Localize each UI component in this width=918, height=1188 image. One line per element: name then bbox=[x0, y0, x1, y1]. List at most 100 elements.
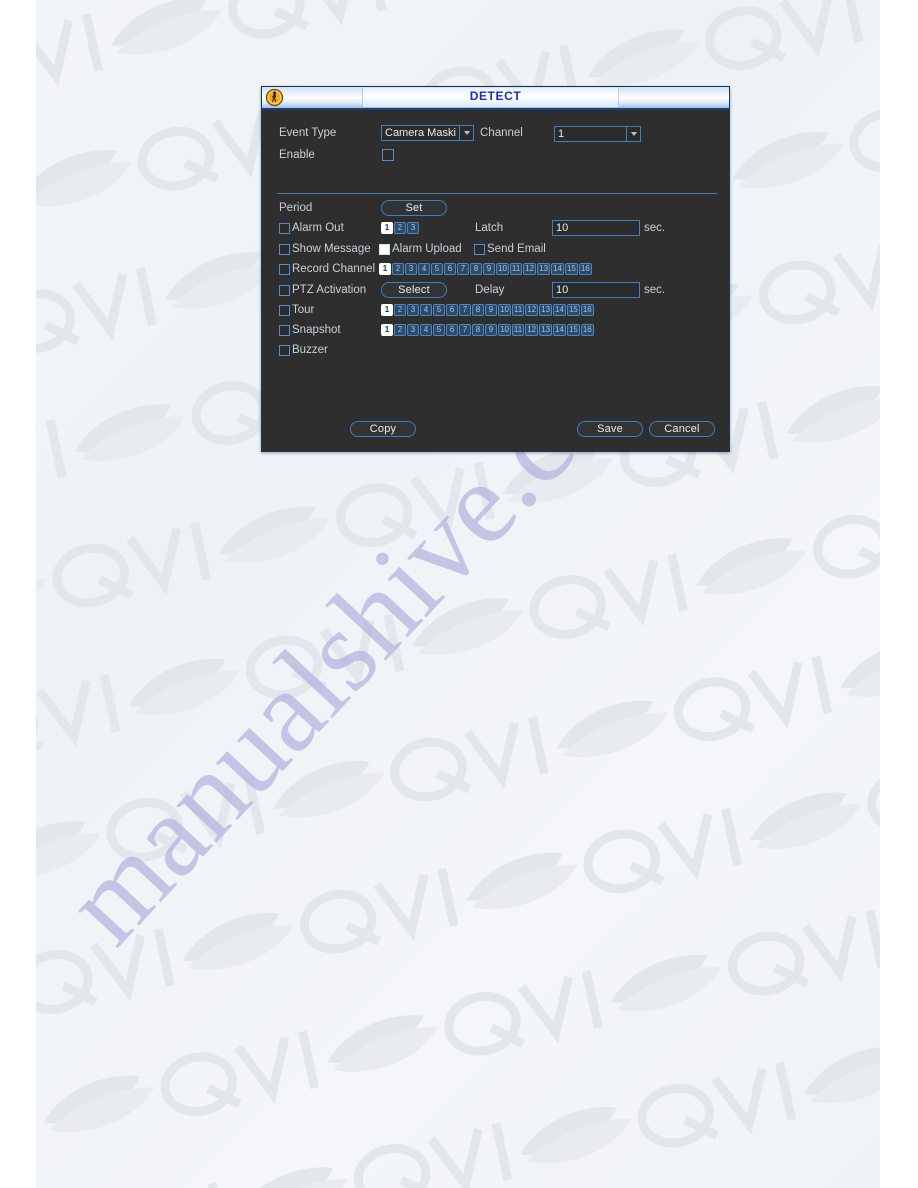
snapshot-chip-11[interactable]: 11 bbox=[511, 324, 525, 336]
snapshot-chip-12[interactable]: 12 bbox=[525, 324, 539, 336]
channel-select[interactable]: 1 bbox=[554, 126, 641, 142]
send-email-row[interactable]: Send Email bbox=[474, 243, 546, 255]
section-divider bbox=[277, 193, 717, 194]
alarm-upload-row[interactable]: Alarm Upload bbox=[379, 243, 462, 255]
record-channel-chips[interactable]: 1 2 3 4 5 6 7 8 9 10 11 12 13 14 15 16 bbox=[379, 263, 592, 275]
alarm-out-checkbox[interactable] bbox=[279, 222, 290, 234]
enable-row: Enable bbox=[279, 149, 315, 161]
buzzer-row[interactable]: Buzzer bbox=[279, 344, 328, 356]
tour-chip-2[interactable]: 2 bbox=[394, 304, 406, 316]
delay-input[interactable]: 10 bbox=[552, 282, 640, 298]
period-row: Period bbox=[279, 202, 312, 214]
record-channel-chip-8[interactable]: 8 bbox=[470, 263, 482, 275]
snapshot-chip-1[interactable]: 1 bbox=[381, 324, 393, 336]
record-channel-chip-11[interactable]: 11 bbox=[509, 263, 523, 275]
enable-checkbox[interactable] bbox=[382, 149, 394, 161]
tour-chip-9[interactable]: 9 bbox=[485, 304, 497, 316]
snapshot-chip-3[interactable]: 3 bbox=[407, 324, 419, 336]
record-channel-chip-7[interactable]: 7 bbox=[457, 263, 469, 275]
snapshot-checkbox[interactable] bbox=[279, 324, 290, 336]
record-channel-chip-15[interactable]: 15 bbox=[564, 263, 578, 275]
save-button[interactable]: Save bbox=[577, 421, 643, 437]
tour-chip-4[interactable]: 4 bbox=[420, 304, 432, 316]
snapshot-chip-16[interactable]: 16 bbox=[580, 324, 594, 336]
tour-chip-1[interactable]: 1 bbox=[381, 304, 393, 316]
tour-chip-5[interactable]: 5 bbox=[433, 304, 445, 316]
send-email-label: Send Email bbox=[487, 243, 546, 255]
dialog-title: DETECT bbox=[469, 89, 522, 103]
record-channel-chip-6[interactable]: 6 bbox=[444, 263, 456, 275]
ptz-activation-row[interactable]: PTZ Activation bbox=[279, 284, 366, 296]
record-channel-chip-14[interactable]: 14 bbox=[551, 263, 564, 275]
record-channel-chip-9[interactable]: 9 bbox=[483, 263, 495, 275]
tour-chip-14[interactable]: 14 bbox=[553, 304, 566, 316]
latch-input[interactable]: 10 bbox=[552, 220, 640, 236]
tour-chip-7[interactable]: 7 bbox=[459, 304, 471, 316]
snapshot-chip-5[interactable]: 5 bbox=[433, 324, 445, 336]
dialog-titlebar: DETECT bbox=[262, 87, 729, 110]
delay-unit-label: sec. bbox=[644, 284, 666, 296]
tour-channel-chips[interactable]: 1 2 3 4 5 6 7 8 9 10 11 12 13 14 15 16 bbox=[381, 304, 594, 316]
record-channel-chip-10[interactable]: 10 bbox=[496, 263, 509, 275]
snapshot-chip-8[interactable]: 8 bbox=[472, 324, 484, 336]
chevron-down-icon[interactable] bbox=[459, 126, 473, 140]
cancel-button[interactable]: Cancel bbox=[649, 421, 715, 437]
alarm-out-row[interactable]: Alarm Out bbox=[279, 222, 344, 234]
snapshot-chip-10[interactable]: 10 bbox=[498, 324, 511, 336]
record-channel-chip-5[interactable]: 5 bbox=[431, 263, 443, 275]
snapshot-chip-14[interactable]: 14 bbox=[553, 324, 566, 336]
show-message-checkbox[interactable] bbox=[279, 243, 290, 255]
latch-row: Latch bbox=[475, 222, 503, 234]
alarm-out-channel-chips[interactable]: 123 bbox=[381, 222, 419, 234]
send-email-checkbox[interactable] bbox=[474, 243, 485, 255]
tour-row[interactable]: Tour bbox=[279, 304, 314, 316]
delay-row: Delay bbox=[475, 284, 504, 296]
snapshot-chip-4[interactable]: 4 bbox=[420, 324, 432, 336]
document-page: manualshive.com DETECT Event Type Camera… bbox=[36, 0, 880, 1188]
record-channel-chip-1[interactable]: 1 bbox=[379, 263, 391, 275]
alarm-out-label: Alarm Out bbox=[292, 222, 344, 234]
event-type-select[interactable]: Camera Maski bbox=[381, 125, 474, 141]
tour-chip-3[interactable]: 3 bbox=[407, 304, 419, 316]
alarm-out-chip-1[interactable]: 1 bbox=[381, 222, 393, 234]
snapshot-chip-2[interactable]: 2 bbox=[394, 324, 406, 336]
snapshot-chip-9[interactable]: 9 bbox=[485, 324, 497, 336]
record-channel-row[interactable]: Record Channel bbox=[279, 263, 375, 275]
ptz-select-button[interactable]: Select bbox=[381, 282, 447, 298]
tour-chip-11[interactable]: 11 bbox=[511, 304, 525, 316]
tour-chip-15[interactable]: 15 bbox=[566, 304, 580, 316]
show-message-row[interactable]: Show Message bbox=[279, 243, 371, 255]
tour-chip-16[interactable]: 16 bbox=[580, 304, 594, 316]
ptz-activation-checkbox[interactable] bbox=[279, 284, 290, 296]
tour-chip-8[interactable]: 8 bbox=[472, 304, 484, 316]
tour-chip-12[interactable]: 12 bbox=[525, 304, 539, 316]
snapshot-chip-6[interactable]: 6 bbox=[446, 324, 458, 336]
snapshot-chip-15[interactable]: 15 bbox=[566, 324, 580, 336]
event-type-value: Camera Maski bbox=[385, 127, 456, 139]
record-channel-chip-13[interactable]: 13 bbox=[537, 263, 551, 275]
alarm-out-chip-3[interactable]: 3 bbox=[407, 222, 419, 234]
snapshot-channel-chips[interactable]: 1 2 3 4 5 6 7 8 9 10 11 12 13 14 15 16 bbox=[381, 324, 594, 336]
snapshot-label: Snapshot bbox=[292, 324, 341, 336]
record-channel-chip-16[interactable]: 16 bbox=[578, 263, 592, 275]
alarm-out-chip-2[interactable]: 2 bbox=[394, 222, 406, 234]
record-channel-chip-12[interactable]: 12 bbox=[523, 263, 537, 275]
snapshot-chip-13[interactable]: 13 bbox=[539, 324, 553, 336]
record-channel-checkbox[interactable] bbox=[279, 263, 290, 275]
alarm-upload-checkbox[interactable] bbox=[379, 243, 390, 255]
enable-label: Enable bbox=[279, 149, 315, 161]
chevron-down-icon[interactable] bbox=[626, 127, 640, 141]
tour-checkbox[interactable] bbox=[279, 304, 290, 316]
tour-chip-6[interactable]: 6 bbox=[446, 304, 458, 316]
period-set-button[interactable]: Set bbox=[381, 200, 447, 216]
record-channel-chip-3[interactable]: 3 bbox=[405, 263, 417, 275]
snapshot-chip-7[interactable]: 7 bbox=[459, 324, 471, 336]
record-channel-chip-4[interactable]: 4 bbox=[418, 263, 430, 275]
tour-chip-13[interactable]: 13 bbox=[539, 304, 553, 316]
copy-button[interactable]: Copy bbox=[350, 421, 416, 437]
tour-chip-10[interactable]: 10 bbox=[498, 304, 511, 316]
buzzer-label: Buzzer bbox=[292, 344, 328, 356]
buzzer-checkbox[interactable] bbox=[279, 344, 290, 356]
record-channel-chip-2[interactable]: 2 bbox=[392, 263, 404, 275]
snapshot-row[interactable]: Snapshot bbox=[279, 324, 341, 336]
